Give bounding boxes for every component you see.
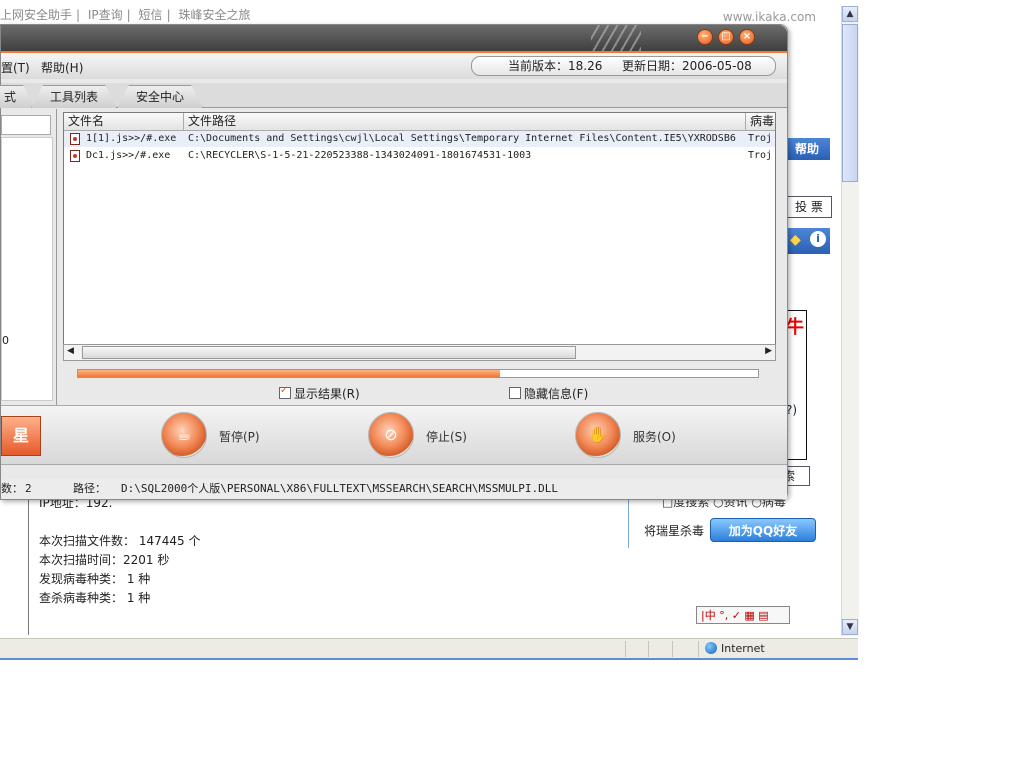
menu-bar: 置(T) 帮助(H) 当前版本：18.26 更新日期：2006-05-08 [1,53,787,79]
scroll-left-icon[interactable]: ◀ [67,346,74,356]
scroll-down-icon[interactable]: ▼ [842,619,858,635]
topbar-link-tour[interactable]: 珠峰安全之旅 [178,8,250,22]
row-virus: Troj [748,150,773,161]
checkbox-unchecked-icon[interactable] [509,387,521,399]
scroll-up-icon[interactable]: ▲ [842,6,858,22]
path-label: 路径： [73,482,106,495]
update-date: 更新日期：2006-05-08 [622,59,752,73]
vote-button[interactable]: 投 票 [786,196,832,218]
scan-summary: IP地址：192. 本次扫描文件数： 147445 个 本次扫描时间：2201 … [28,496,629,635]
service-button[interactable]: 服务(O) [633,428,676,445]
virus-found: 发现病毒种类： 1 种 [39,572,151,586]
table-row[interactable]: Dc1.js>>/#.exe C:\RECYCLER\S-1-5-21-2205… [64,148,775,164]
zone-label: Internet [721,642,765,655]
scan-time: 本次扫描时间：2201 秒 [39,553,170,567]
show-results-label: 显示结果(R) [294,387,360,401]
checkbox-checked-icon[interactable] [279,385,291,399]
column-filepath[interactable]: 文件路径 [184,113,746,130]
maximize-icon[interactable]: □ [718,29,734,45]
site-url[interactable]: www.ikaka.com [723,10,816,24]
hide-info-checkbox[interactable]: 隐藏信息(F) [509,385,588,402]
title-bar[interactable]: − □ × [1,25,787,53]
tab-security-center[interactable]: 安全中心 [117,85,203,108]
antivirus-window: − □ × 置(T) 帮助(H) 当前版本：18.26 更新日期：2006-05… [0,24,788,500]
scroll-right-icon[interactable]: ▶ [765,346,772,356]
tab-mode[interactable]: 式 [0,85,35,108]
pause-button[interactable]: 暂停(P) [219,428,260,445]
icon-strip[interactable]: ◆ i [784,228,830,254]
left-pane-tree[interactable]: 0 [1,137,53,401]
scan-progress [77,369,759,378]
browser-statusbar: Internet [0,638,858,660]
count-label: 数： [1,482,23,495]
virus-killed: 查杀病毒种类： 1 种 [39,591,151,605]
close-icon[interactable]: × [739,29,755,45]
row-virus: Troj [748,133,773,144]
files-scanned: 本次扫描文件数： 147445 个 [39,534,201,548]
scroll-thumb[interactable] [842,24,858,182]
minimize-icon[interactable]: − [697,29,713,45]
ime-toolbar[interactable]: |中 °, ✓ ▦ ▤ [696,606,790,624]
folder-icon[interactable]: ◆ [790,232,801,248]
row-filepath: C:\Documents and Settings\cwjl\Local Set… [188,133,736,144]
title-decoration [591,25,641,51]
scan-progress-fill [78,370,500,377]
left-pane-header [1,115,51,135]
stop-button[interactable]: 停止(S) [426,428,467,445]
infected-file-list[interactable]: 文件名 文件路径 病毒 1[1].js>>/#.exe C:\Documents… [63,112,776,361]
pause-icon[interactable]: ☕ [161,412,207,458]
infected-file-icon [70,150,80,162]
show-results-checkbox[interactable]: 显示结果(R) [279,385,360,402]
file-count: 2 [25,482,32,495]
tab-bar: 式 工具列表 安全中心 [1,83,787,108]
row-filename: 1[1].js>>/#.exe [86,133,177,144]
menu-settings[interactable]: 置(T) [1,59,30,76]
hide-info-label: 隐藏信息(F) [524,387,589,401]
current-path: D:\SQL2000个人版\PERSONAL\X86\FULLTEXT\MSSE… [121,482,558,495]
promo-char: 牛 [786,317,804,338]
info-icon[interactable]: i [810,231,826,247]
list-header: 文件名 文件路径 病毒 [64,113,775,131]
left-pane-value: 0 [2,334,9,347]
stop-icon[interactable]: ⊘ [368,412,414,458]
version-info: 当前版本：18.26 更新日期：2006-05-08 [471,56,776,76]
column-virus[interactable]: 病毒 [746,113,775,130]
action-bar: 星 ☕ 暂停(P) ⊘ 停止(S) ✋ 服务(O) [1,405,787,465]
help-button[interactable]: 帮助 [784,138,830,160]
add-qq-friend-button[interactable]: 加为QQ好友 [710,518,816,542]
infected-file-icon [70,133,80,145]
current-version: 当前版本：18.26 [508,59,603,73]
hscroll-thumb[interactable] [82,346,576,359]
progress-area: 显示结果(R) 隐藏信息(F) [63,363,776,403]
row-filename: Dc1.js>>/#.exe [86,150,171,161]
menu-help[interactable]: 帮助(H) [41,59,83,76]
topbar-link-ip[interactable]: IP查询 [88,8,123,22]
column-filename[interactable]: 文件名 [64,113,184,130]
tab-tool-list[interactable]: 工具列表 [31,85,117,108]
service-icon[interactable]: ✋ [575,412,621,458]
globe-icon [705,642,717,654]
table-row[interactable]: 1[1].js>>/#.exe C:\Documents and Setting… [64,131,775,147]
rising-star-button[interactable]: 星 [1,416,41,456]
rising-label: 将瑞星杀毒 [644,524,705,538]
topbar-link-assistant[interactable]: 上网安全助手 [0,8,72,22]
left-pane: 0 [1,109,57,405]
page-scrollbar[interactable]: ▲ ▼ [841,6,859,636]
app-statusbar: 数： 2 路径： D:\SQL2000个人版\PERSONAL\X86\FULL… [1,479,787,499]
row-filepath: C:\RECYCLER\S-1-5-21-220523388-134302409… [188,150,532,161]
security-zone: Internet [698,641,765,657]
list-hscrollbar[interactable]: ◀ ▶ [63,344,776,361]
topbar-link-sms[interactable]: 短信 [139,8,163,22]
